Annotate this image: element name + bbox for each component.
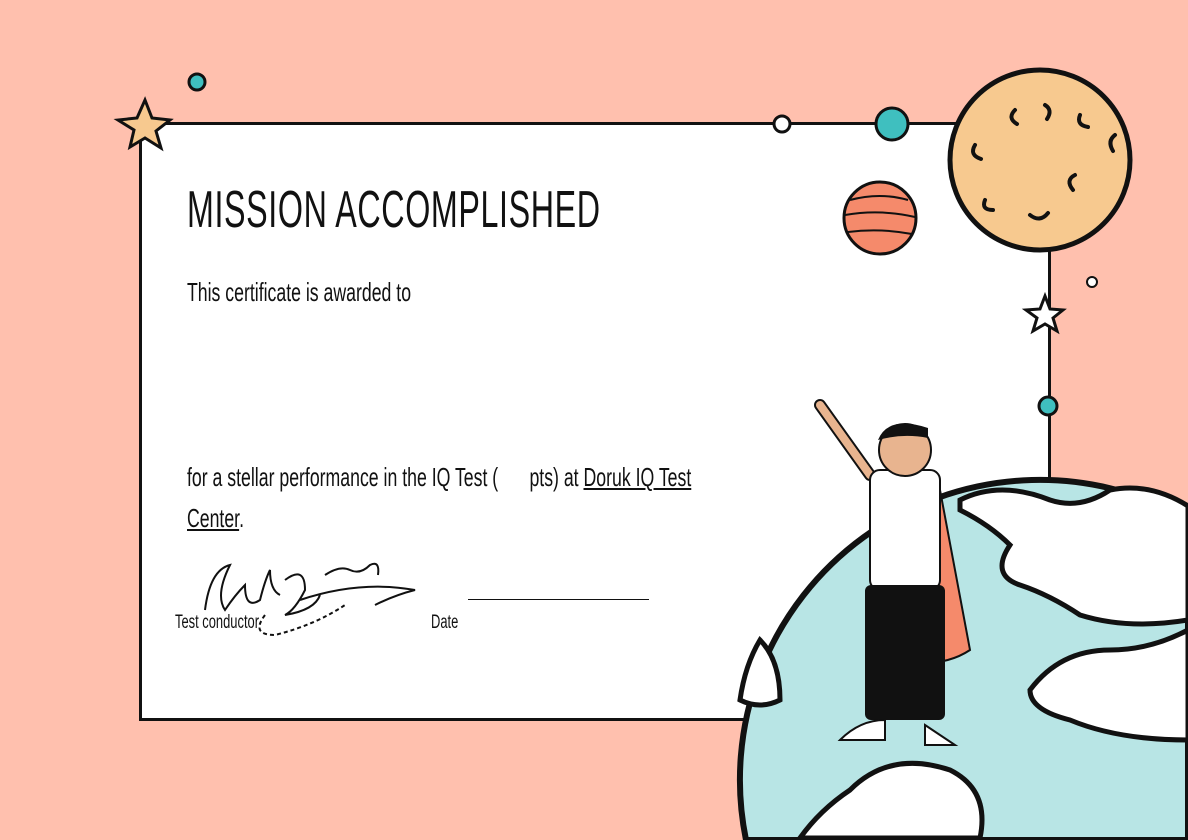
center-name: Doruk IQ Test — [583, 462, 692, 492]
center-name-cont: Center — [187, 503, 240, 533]
decorations — [113, 67, 1188, 840]
moon-icon — [947, 67, 1133, 253]
test-conductor-label: Test conductor — [175, 612, 260, 633]
teal-dot-icon — [1037, 395, 1059, 417]
period: . — [239, 503, 245, 533]
performance-prefix: for a stellar performance in the IQ Test… — [187, 462, 499, 492]
center-line: Center. — [187, 503, 244, 534]
white-dot-icon — [1086, 276, 1098, 288]
performance-text: for a stellar performance in the IQ Test… — [187, 462, 691, 493]
certificate-title: MISSION ACCOMPLISHED — [187, 181, 601, 239]
star-icon — [113, 96, 174, 152]
star-icon — [1021, 291, 1067, 335]
teal-dot-icon — [187, 72, 207, 92]
performance-mid: pts) at — [529, 462, 584, 492]
white-dot-icon — [772, 114, 792, 134]
date-label: Date — [431, 612, 459, 633]
date-line — [468, 599, 649, 600]
teal-dot-icon — [874, 106, 910, 142]
certificate-subtitle: This certificate is awarded to — [187, 277, 412, 307]
planet-icon — [842, 180, 918, 256]
